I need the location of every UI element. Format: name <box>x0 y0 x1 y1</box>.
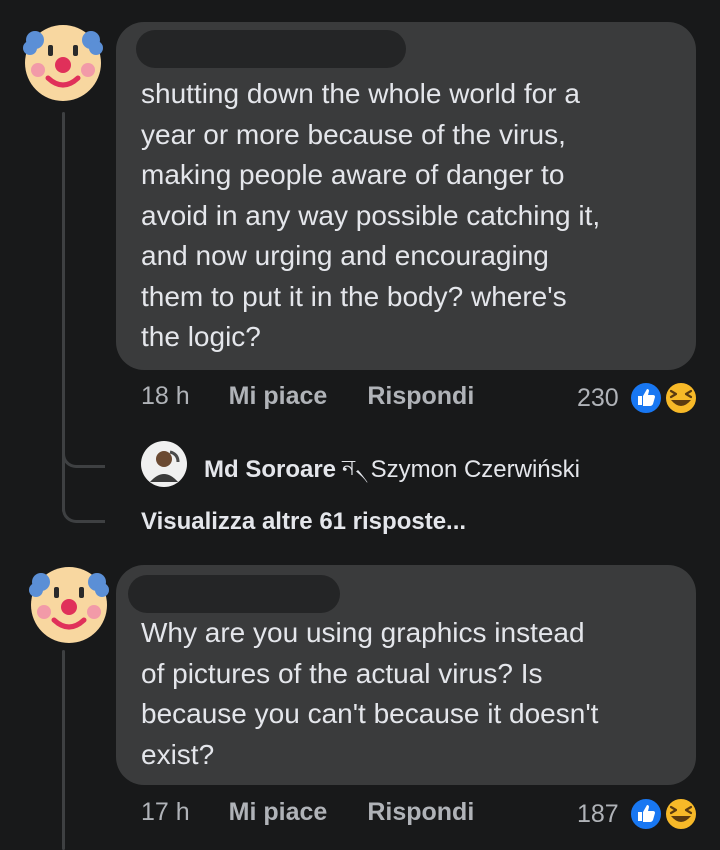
comment-actions: 18 h Mi piace Rispondi <box>141 382 474 411</box>
clown-face-icon <box>29 567 109 643</box>
like-icon <box>629 797 663 831</box>
thread-line <box>62 650 65 850</box>
reply-connector <box>62 420 105 468</box>
comment-text: shutting down the whole world for a year… <box>141 78 601 352</box>
like-icon <box>629 381 663 415</box>
comment-actions: 17 h Mi piace Rispondi <box>141 798 474 827</box>
redacted-author-name[interactable] <box>136 30 406 68</box>
reaction-count[interactable]: 187 <box>577 800 619 829</box>
reaction-icons[interactable] <box>628 796 702 832</box>
view-more-replies-link[interactable]: Visualizza altre 61 risposte... <box>141 508 466 536</box>
comment-text: Why are you using graphics instead of pi… <box>141 617 599 770</box>
reply-author-avatar[interactable] <box>140 440 188 488</box>
reply-preview[interactable]: Md Soroare ন৲ Szymon Czerwiński <box>204 451 580 488</box>
comment-timestamp[interactable]: 17 h <box>141 798 190 827</box>
redacted-author-name[interactable] <box>128 575 340 613</box>
reaction-icons[interactable] <box>628 380 702 416</box>
more-replies-connector <box>62 480 105 523</box>
laugh-icon <box>664 381 698 415</box>
reply-button[interactable]: Rispondi <box>367 798 474 827</box>
clown-face-icon <box>23 25 103 101</box>
like-button[interactable]: Mi piace <box>229 382 328 411</box>
commenter-avatar[interactable] <box>20 18 106 104</box>
like-button[interactable]: Mi piace <box>229 798 328 827</box>
laugh-icon <box>664 797 698 831</box>
reply-author-name[interactable]: Md Soroare <box>204 456 336 484</box>
reply-text: Szymon Czerwiński <box>370 455 580 483</box>
commenter-avatar[interactable] <box>26 560 112 646</box>
reply-button[interactable]: Rispondi <box>367 382 474 411</box>
comment-timestamp[interactable]: 18 h <box>141 382 190 411</box>
reaction-count[interactable]: 230 <box>577 384 619 413</box>
reply-glyph: ন৲ <box>342 455 369 480</box>
